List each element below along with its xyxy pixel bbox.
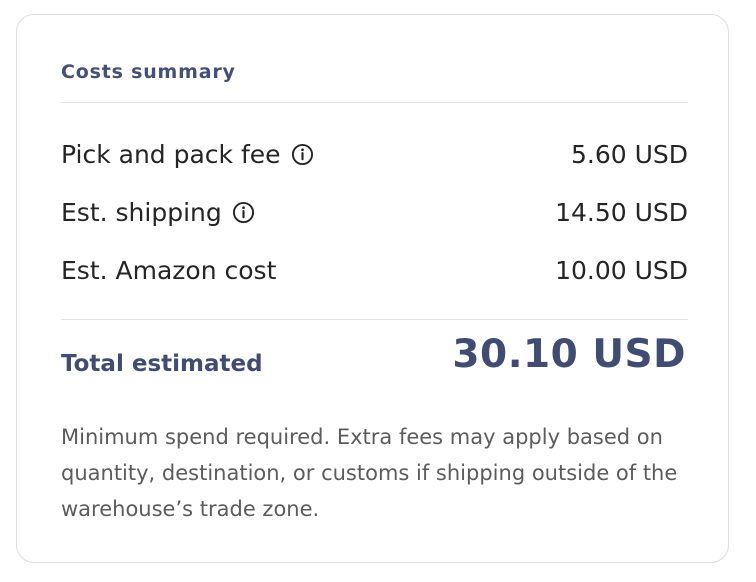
cost-value: 10.00 USD <box>555 255 688 285</box>
cost-label: Est. shipping <box>61 197 222 227</box>
cost-label-group: Est. shipping <box>61 198 255 227</box>
cost-label: Pick and pack fee <box>61 139 281 169</box>
costs-summary-card: Costs summary Pick and pack fee 5.60 USD… <box>16 14 729 563</box>
cost-row-amazon-cost: Est. Amazon cost 10.00 USD <box>61 252 688 288</box>
cost-value: 5.60 USD <box>570 139 688 169</box>
cost-label-group: Est. Amazon cost <box>61 256 276 285</box>
cost-row-pick-and-pack: Pick and pack fee 5.60 USD <box>61 136 688 172</box>
divider <box>61 319 688 320</box>
card-title: Costs summary <box>61 61 236 83</box>
cost-label-group: Pick and pack fee <box>61 140 314 169</box>
total-label: Total estimated <box>61 351 263 377</box>
cost-label: Est. Amazon cost <box>61 255 277 285</box>
cost-value: 14.50 USD <box>555 197 688 227</box>
info-icon[interactable] <box>232 201 255 224</box>
total-value: 30.10 USD <box>452 332 686 377</box>
cost-row-shipping: Est. shipping 14.50 USD <box>61 194 688 230</box>
info-icon[interactable] <box>291 143 314 166</box>
divider <box>61 102 688 103</box>
disclaimer-note: Minimum spend required. Extra fees may a… <box>61 425 678 521</box>
